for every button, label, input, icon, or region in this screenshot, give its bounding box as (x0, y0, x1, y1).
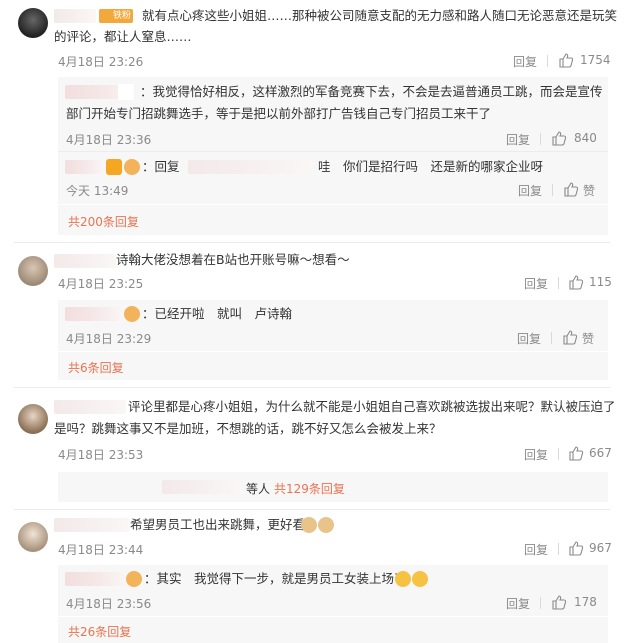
reply-button[interactable]: 回复 (506, 131, 530, 148)
avatar[interactable] (18, 404, 48, 434)
username-redacted[interactable] (54, 518, 130, 532)
comment-text: 就有点心疼这些小姐姐……那种被公司随意支配的无力感和路人随口无论恶意还是玩笑 (142, 8, 618, 23)
laugh-cry-emoji-icon (412, 571, 428, 587)
more-replies-bar: 共200条回复 (58, 205, 608, 235)
like-icon[interactable] (558, 52, 574, 68)
like-icon[interactable] (551, 130, 567, 146)
comment-2: 诗翰大佬没想着在B站也开账号嘛～想看～ 4月18日 23:25 回复 115 ：… (0, 243, 624, 383)
divider (540, 597, 541, 609)
comment-text-2: 的评论，都让人窒息…… (54, 29, 192, 44)
username-redacted[interactable] (65, 307, 121, 321)
like-count: 178 (574, 595, 597, 609)
comment-4: 希望男员工也出来跳舞，更好看 4月18日 23:44 回复 967 ：其实 我觉… (0, 510, 624, 643)
like-count: 667 (589, 446, 612, 460)
divider (558, 543, 559, 555)
like-icon[interactable] (562, 329, 578, 345)
comment-1: 铁粉 就有点心疼这些小姐姐……那种被公司随意支配的无力感和路人随口无论恶意还是玩… (0, 0, 624, 236)
like-label: 赞 (582, 332, 595, 346)
like-icon[interactable] (563, 181, 579, 197)
verified-icon (118, 84, 134, 100)
sub-reply-1: ：已经开啦 就叫 卢诗翰 4月18日 23:29 回复 赞 (58, 300, 608, 351)
divider (552, 184, 553, 196)
more-replies-link[interactable]: 共129条回复 (274, 480, 345, 497)
avatar[interactable] (18, 522, 48, 552)
timestamp: 4月18日 23:25 (58, 277, 144, 291)
like-icon[interactable] (568, 274, 584, 290)
divider (558, 448, 559, 460)
reply-text: 哇 你们是招行吗 还是新的哪家企业呀 (318, 159, 544, 174)
divider (547, 55, 548, 67)
username-redacted[interactable] (162, 480, 242, 494)
avatar[interactable] (18, 8, 48, 38)
comment-3: 评论里都是心疼小姐姐，为什么就不能是小姐姐自己喜欢跳被选拔出来呢？默认被压迫了 … (0, 388, 624, 506)
divider (551, 332, 552, 344)
summary-prefix: 等人 (246, 482, 271, 496)
fan-icon (124, 306, 140, 322)
like-icon[interactable] (568, 540, 584, 556)
reply-button[interactable]: 回复 (524, 541, 548, 558)
timestamp: 4月18日 23:44 (58, 543, 144, 557)
timestamp: 4月18日 23:29 (66, 332, 152, 346)
laugh-cry-emoji-icon (395, 571, 411, 587)
fan-icon (124, 159, 140, 175)
more-replies-link[interactable]: 共26条回复 (68, 623, 131, 640)
reply-prefix: ：回复 (142, 159, 180, 174)
like-icon[interactable] (568, 445, 584, 461)
sub-reply-1: ：我觉得恰好相反，这样激烈的军备竞赛下去，不会是去逼普通员工跳，而会是宣传 部门… (58, 77, 608, 151)
username-redacted[interactable] (54, 400, 126, 414)
reply-text: ：其实 我觉得下一步，就是男员工女装上场了 (144, 571, 407, 586)
like-count: 967 (589, 541, 612, 555)
comment-text: 希望男员工也出来跳舞，更好看 (130, 517, 306, 532)
username-redacted[interactable] (54, 9, 96, 23)
like-icon[interactable] (551, 594, 567, 610)
timestamp: 4月18日 23:36 (66, 133, 152, 147)
sub-reply-2: ：回复 哇 你们是招行吗 还是新的哪家企业呀 今天 13:49 回复 赞 (58, 152, 608, 204)
username-redacted[interactable] (65, 160, 103, 174)
like-count: 840 (574, 131, 597, 145)
comment-text: 评论里都是心疼小姐姐，为什么就不能是小姐姐自己喜欢跳被选拔出来呢？默认被压迫了 (128, 399, 616, 414)
reply-button[interactable]: 回复 (518, 182, 542, 199)
sub-reply-1: ：其实 我觉得下一步，就是男员工女装上场了 4月18日 23:56 回复 178 (58, 565, 608, 616)
cat-emoji-icon (318, 517, 334, 533)
replies-summary: 等人 共129条回复 (58, 472, 608, 502)
mention-redacted[interactable] (188, 160, 314, 174)
timestamp: 4月18日 23:26 (58, 55, 144, 69)
comment-text-2: 是吗？跳舞这事又不是加班，不想跳的话，跳不好又怎么会被发上来？ (54, 421, 442, 436)
divider (540, 133, 541, 145)
reply-button[interactable]: 回复 (517, 330, 541, 347)
reply-text-2: 部门开始专门招跳舞选手，等于是把以前外部打广告钱自己专门招员工来干了 (66, 106, 492, 121)
username-redacted[interactable] (65, 572, 125, 586)
reply-button[interactable]: 回复 (524, 275, 548, 292)
username-redacted[interactable] (54, 254, 116, 268)
reply-button[interactable]: 回复 (506, 595, 530, 612)
timestamp: 4月18日 23:56 (66, 597, 152, 611)
timestamp: 今天 13:49 (66, 184, 129, 198)
more-replies-link[interactable]: 共6条回复 (68, 359, 124, 376)
more-replies-bar: 共26条回复 (58, 617, 608, 643)
fan-icon (126, 571, 142, 587)
like-label: 赞 (583, 184, 596, 198)
divider (558, 277, 559, 289)
like-count: 115 (589, 275, 612, 289)
vip-icon (106, 159, 122, 175)
comment-text: 诗翰大佬没想着在B站也开账号嘛～想看～ (116, 252, 350, 267)
cat-emoji-icon (301, 517, 317, 533)
fan-badge: 铁粉 (99, 9, 133, 23)
more-replies-bar: 共6条回复 (58, 352, 608, 380)
reply-button[interactable]: 回复 (513, 53, 537, 70)
timestamp: 4月18日 23:53 (58, 448, 144, 462)
reply-text: ：我觉得恰好相反，这样激烈的军备竞赛下去，不会是去逼普通员工跳，而会是宣传 (140, 84, 603, 99)
like-count: 1754 (580, 53, 611, 67)
more-replies-link[interactable]: 共200条回复 (68, 213, 139, 230)
reply-text: ：已经开啦 就叫 卢诗翰 (142, 306, 293, 321)
reply-button[interactable]: 回复 (524, 446, 548, 463)
avatar[interactable] (18, 256, 48, 286)
